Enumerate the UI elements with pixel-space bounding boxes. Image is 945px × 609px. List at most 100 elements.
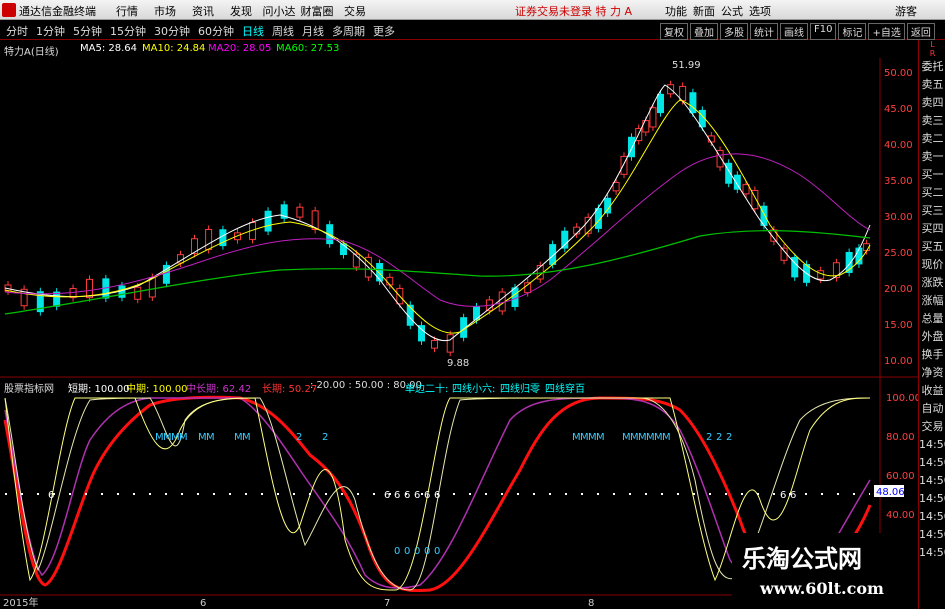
date-tick: 8 (588, 598, 594, 609)
date-tick: 6 (200, 598, 206, 609)
panel-label: 换手 (921, 348, 944, 361)
tick-time: 14:50 (919, 456, 945, 469)
indicator-long: 长期: 50.27 (262, 384, 318, 395)
indicator-marker: 2 (726, 432, 732, 443)
indicator-marker: 0 (434, 546, 440, 557)
price-tick: 20.00 (884, 284, 913, 295)
candle-body (446, 334, 454, 353)
indicator-axis: 100.00 80.00 60.00 40.00 48.06 (874, 393, 921, 521)
panel-label: 买二 (921, 186, 944, 199)
indicator-marker: M (662, 432, 671, 443)
candle-body (498, 291, 506, 312)
price-tick: 40.00 (884, 140, 913, 151)
candle-body (376, 263, 384, 282)
indicator-marker: 2 (296, 432, 302, 443)
tick-time: 14:50 (919, 474, 945, 487)
candle-body (296, 206, 304, 218)
candle-body (205, 228, 213, 250)
indicator-marker: 6 (404, 490, 410, 501)
candle-body (656, 93, 664, 114)
indicator-marker: M (596, 432, 605, 443)
tick-time: 14:50 (919, 492, 945, 505)
indicator-marker: 6 (384, 490, 390, 501)
current-indicator-value: 48.06 (876, 487, 905, 498)
candle-body (264, 210, 272, 232)
signal-four-line-hundred: 四线穿百 (545, 384, 585, 395)
panel-label: 收益 (921, 384, 944, 397)
candle-body (511, 287, 519, 307)
candle-body (148, 277, 156, 298)
candle-body (431, 340, 439, 349)
indicator-tick: 100.00 (886, 393, 921, 404)
candle-body (742, 184, 750, 195)
ma60-line (4, 230, 871, 315)
panel-label: R (929, 49, 936, 58)
indicator-marker: M (242, 432, 251, 443)
candle-body (53, 291, 61, 307)
candle-body (649, 107, 657, 128)
high-price-annotation: 51.99 (672, 60, 701, 71)
panel-label: 总量 (921, 312, 944, 325)
kline-chart[interactable]: 50.00 45.00 40.00 35.00 30.00 25.00 20.0… (0, 0, 945, 609)
indicator-tick: 80.00 (886, 432, 915, 443)
date-tick: 2015年 (3, 596, 38, 609)
panel-label: 外盘 (921, 330, 944, 343)
candle-body (689, 92, 697, 114)
low-price-annotation: 9.88 (447, 358, 469, 369)
signal-four-line-six: 四线小六: (452, 384, 496, 395)
candle-body (817, 270, 825, 280)
price-tick: 15.00 (884, 320, 913, 331)
candle-body (386, 276, 394, 286)
date-axis: 2015年 6 7 8 (3, 596, 594, 609)
quote-side-panel: L R 委托 卖五 卖四 卖三 卖二 卖一 买一 买二 买三 买四 买五 现价 … (918, 40, 945, 609)
auto-trade-button[interactable]: 自动 (919, 400, 945, 418)
panel-label: L (930, 40, 935, 49)
indicator-midlong: 中长期: 62.42 (186, 384, 252, 395)
panel-label: 卖二 (921, 132, 944, 145)
indicator-marker: M (179, 432, 188, 443)
indicator-marker: 6 (414, 490, 420, 501)
indicator-marker: 2 (322, 432, 328, 443)
watermark-url: www.60lt.com (760, 579, 884, 598)
candle-body (604, 197, 612, 214)
indicator-marker: 6 (434, 490, 440, 501)
ma5-line (4, 84, 871, 342)
panel-label: 涨幅 (921, 294, 944, 307)
tick-time: 14:50 (919, 546, 945, 559)
panel-label[interactable]: 委托 (919, 58, 945, 76)
indicator-marker: 2 (706, 432, 712, 443)
candle-body (561, 230, 569, 249)
panel-label: 净资 (921, 366, 944, 379)
watermark-title: 乐淘公式网 (742, 544, 862, 573)
price-axis: 50.00 45.00 40.00 35.00 30.00 25.00 20.0… (884, 68, 913, 367)
indicator-marker: 6 (424, 490, 430, 501)
price-tick: 30.00 (884, 212, 913, 223)
panel-label: 现价 (921, 258, 944, 271)
indicator-marker: M (206, 432, 215, 443)
indicator-marker: 0 (424, 546, 430, 557)
date-tick: 7 (384, 598, 390, 609)
panel-label: 买一 (921, 168, 944, 181)
indicator-tick: 60.00 (886, 471, 915, 482)
price-tick: 10.00 (884, 356, 913, 367)
tick-time: 14:50 (919, 438, 945, 451)
indicator-marker: 0 (414, 546, 420, 557)
price-tick: 50.00 (884, 68, 913, 79)
indicator-marker: 2 (716, 432, 722, 443)
candle-body (85, 278, 93, 299)
tick-time: 14:50 (919, 510, 945, 523)
signal-four-line-zero: 四线归零 (500, 384, 540, 395)
panel-label: 卖五 (921, 78, 944, 91)
panel-label: 卖三 (921, 114, 944, 127)
indicator-marker: 0 (404, 546, 410, 557)
panel-label[interactable]: 交易 (919, 418, 945, 436)
indicator-info-bar: 股票指标网 短期: 100.00 中期: 100.00 中长期: 62.42 长… (0, 379, 945, 395)
candle-body (612, 181, 620, 192)
indicator-name[interactable]: 股票指标网 (4, 380, 54, 395)
candle-body (134, 286, 142, 300)
indicator-mid: 中期: 100.00 (126, 384, 188, 395)
candle-body (642, 120, 650, 133)
indicator-marker: 6 (394, 490, 400, 501)
indicator-marker: 0 (394, 546, 400, 557)
indicator-marker: 6 (790, 490, 796, 501)
